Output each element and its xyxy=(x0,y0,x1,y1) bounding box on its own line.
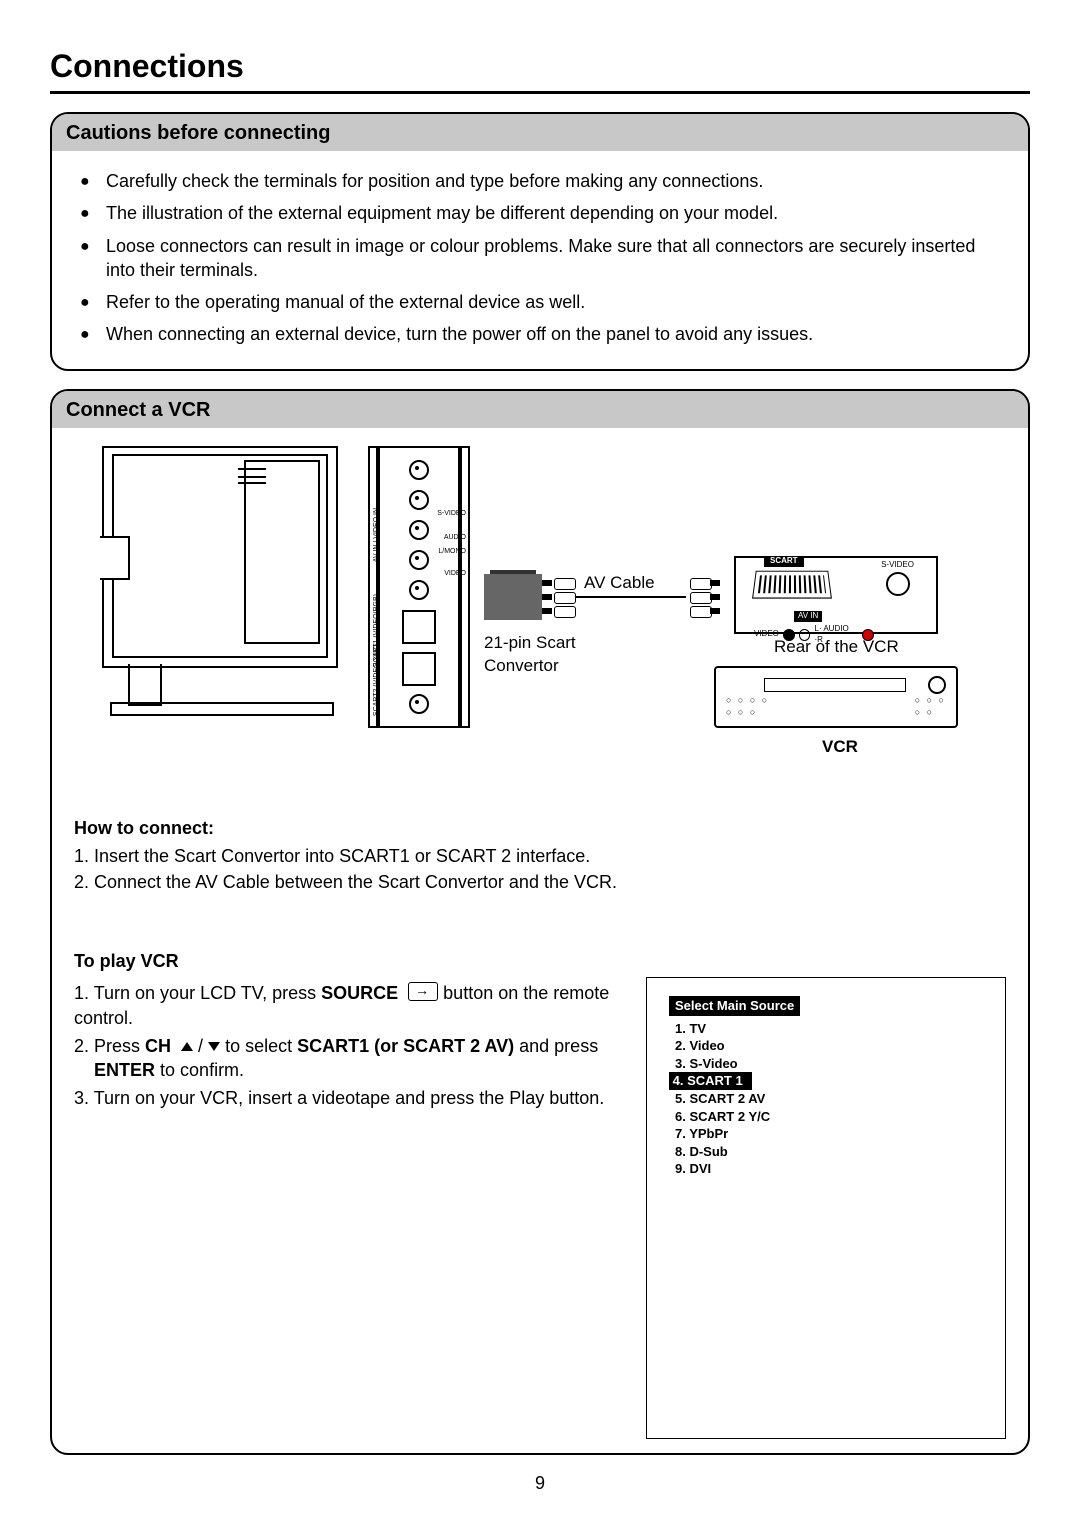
step: 1. Insert the Scart Convertor into SCART… xyxy=(74,844,1006,868)
diagram-label: VCR xyxy=(822,736,858,759)
caution-item: When connecting an external device, turn… xyxy=(74,322,1006,346)
svideo-jack xyxy=(409,490,429,510)
osd-item: 1. TV xyxy=(675,1020,983,1038)
scart2-port xyxy=(402,652,436,686)
how-to-heading: How to connect: xyxy=(74,816,1006,840)
av-cable-plug xyxy=(690,578,712,590)
osd-item: 7. YPbPr xyxy=(675,1125,983,1143)
osd-item: 8. D-Sub xyxy=(675,1143,983,1161)
osd-item: 5. SCART 2 AV xyxy=(675,1090,983,1108)
tv-rear-illustration xyxy=(102,446,352,726)
av-cable-line xyxy=(576,596,686,598)
osd-item: 9. DVI xyxy=(675,1160,983,1178)
source-button-icon xyxy=(408,982,438,1001)
tv-port-strip: S-VIDEO AUDIO L/MONO VIDEO AV IN / VIDEO… xyxy=(368,446,470,728)
diagram-label: 21-pin Scart Convertor xyxy=(484,632,576,678)
vcr-front-illustration: ○ ○ ○ ○○ ○ ○ ○ ○ ○○ ○ xyxy=(714,666,958,728)
vcr-rear-panel: SCART S-VIDEO AV IN VIDEO L· AUDIO ·R xyxy=(734,556,938,634)
play-steps: 1. Turn on your LCD TV, press SOURCE but… xyxy=(74,977,618,1114)
scart-convertor xyxy=(484,574,542,620)
step: 1. Turn on your LCD TV, press SOURCE but… xyxy=(74,981,618,1030)
osd-item: 2. Video xyxy=(675,1037,983,1055)
osd-item: 3. S-Video xyxy=(675,1055,983,1073)
port-label: SCART xyxy=(764,556,804,567)
headphone-jack xyxy=(409,460,429,480)
arrow-up-icon xyxy=(181,1042,193,1051)
av-cable-plug xyxy=(690,592,712,604)
svideo-jack xyxy=(886,572,910,596)
vcr-panel: Connect a VCR xyxy=(50,389,1030,1455)
vcr-heading: Connect a VCR xyxy=(52,391,1028,428)
video-jack xyxy=(409,580,429,600)
cautions-list: Carefully check the terminals for positi… xyxy=(74,169,1006,347)
port-label: L/MONO xyxy=(438,548,466,555)
step: 2. Press CH / to select SCART1 (or SCART… xyxy=(74,1034,618,1083)
arrow-down-icon xyxy=(208,1042,220,1051)
title-rule xyxy=(50,91,1030,94)
caution-item: The illustration of the external equipme… xyxy=(74,201,1006,225)
port-label: S-VIDEO xyxy=(881,560,914,571)
connection-diagram: S-VIDEO AUDIO L/MONO VIDEO AV IN / VIDEO… xyxy=(74,446,1006,786)
caution-item: Refer to the operating manual of the ext… xyxy=(74,290,1006,314)
port-label: S-VIDEO xyxy=(437,510,466,517)
audio-jack xyxy=(409,520,429,540)
page-title: Connections xyxy=(50,48,1030,85)
audio-jack xyxy=(409,550,429,570)
how-to-steps: 1. Insert the Scart Convertor into SCART… xyxy=(74,844,1006,895)
antenna-jack xyxy=(409,694,429,714)
caution-item: Loose connectors can result in image or … xyxy=(74,234,1006,283)
osd-title: Select Main Source xyxy=(669,996,800,1016)
osd-item: 4. SCART 1 xyxy=(675,1072,983,1090)
osd-item: 6. SCART 2 Y/C xyxy=(675,1108,983,1126)
step: 2. Connect the AV Cable between the Scar… xyxy=(74,870,1006,894)
step: 3. Turn on your VCR, insert a videotape … xyxy=(74,1086,618,1110)
cautions-panel: Cautions before connecting Carefully che… xyxy=(50,112,1030,371)
diagram-label: Rear of the VCR xyxy=(774,636,899,659)
port-label: AUDIO xyxy=(444,534,466,541)
av-cable-plug xyxy=(690,606,712,618)
port-group-label: AV IN / VIDEO IN xyxy=(373,508,380,562)
page-number: 9 xyxy=(50,1473,1030,1494)
diagram-label: AV Cable xyxy=(584,572,655,595)
port-group-label: SCART2 (VIDEO Y&C) xyxy=(373,644,380,716)
osd-source-menu: Select Main Source 1. TV2. Video3. S-Vid… xyxy=(646,977,1006,1438)
port-label: AV IN xyxy=(794,611,822,622)
scart1-port xyxy=(402,610,436,644)
port-label: VIDEO xyxy=(444,570,466,577)
play-heading: To play VCR xyxy=(74,949,1006,973)
caution-item: Carefully check the terminals for positi… xyxy=(74,169,1006,193)
cautions-heading: Cautions before connecting xyxy=(52,114,1028,151)
